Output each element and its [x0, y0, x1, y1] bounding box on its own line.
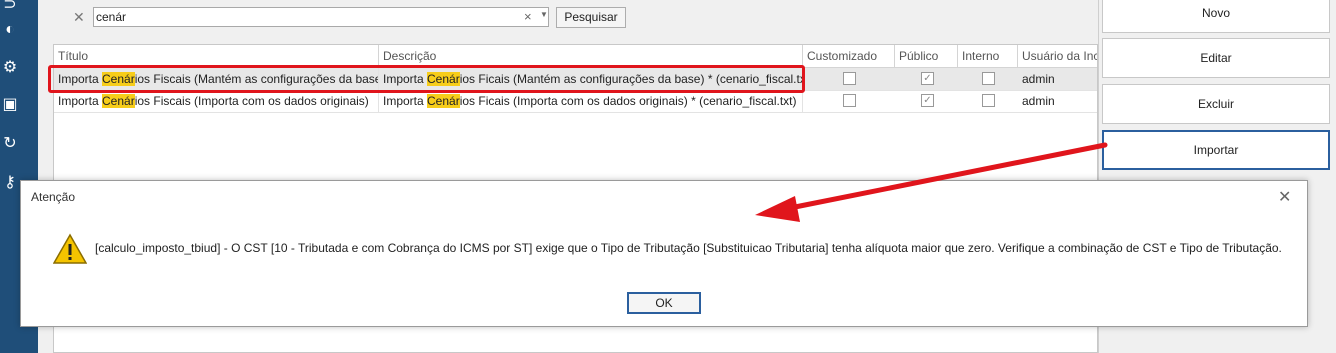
- interno-checkbox[interactable]: [982, 94, 995, 107]
- user-settings-icon[interactable]: ⚙: [0, 57, 20, 79]
- col-interno[interactable]: Interno: [958, 45, 1018, 67]
- ok-button[interactable]: OK: [627, 292, 701, 314]
- close-icon[interactable]: ✕: [1278, 187, 1291, 207]
- cell-usuario: admin: [1022, 94, 1055, 108]
- excluir-button[interactable]: Excluir: [1102, 84, 1330, 124]
- cell-descricao: Importa Cenários Ficais (Importa com os …: [379, 90, 803, 112]
- dropdown-arrow-icon[interactable]: ▼: [540, 10, 548, 19]
- table-row[interactable]: Importa Cenários Fiscais (Importa com os…: [54, 90, 1097, 113]
- col-publico[interactable]: Público: [895, 45, 958, 67]
- alert-dialog: Atenção ✕ [calculo_imposto_tbiud] - O CS…: [20, 180, 1308, 327]
- importar-button[interactable]: Importar: [1102, 130, 1330, 170]
- editar-button[interactable]: Editar: [1102, 38, 1330, 78]
- sync-icon[interactable]: ↻: [0, 133, 20, 155]
- key-icon[interactable]: ⚷: [0, 172, 20, 194]
- monitor-lock-icon[interactable]: ▣: [0, 94, 20, 116]
- text-part: ios Fiscais (Importa com os dados origin…: [134, 94, 369, 108]
- search-button[interactable]: Pesquisar: [556, 7, 626, 28]
- publico-checkbox[interactable]: ✓: [921, 72, 934, 85]
- col-descricao[interactable]: Descrição: [379, 45, 803, 67]
- contrast-icon[interactable]: ◐: [0, 19, 20, 41]
- text-part: Importa: [383, 94, 428, 108]
- app-icon[interactable]: ⊃: [0, 0, 20, 16]
- text-part: Importa: [58, 94, 103, 108]
- search-match: Cenár: [102, 94, 135, 108]
- cell-titulo: Importa Cenários Fiscais (Importa com os…: [54, 90, 379, 112]
- clear-filter-icon[interactable]: ✕: [73, 9, 85, 25]
- col-titulo[interactable]: Título: [54, 45, 379, 67]
- publico-checkbox[interactable]: ✓: [921, 94, 934, 107]
- col-usuario[interactable]: Usuário da Inc: [1018, 45, 1097, 67]
- text-part: ios Ficais (Importa com os dados origina…: [459, 94, 797, 108]
- novo-button[interactable]: Novo: [1102, 0, 1330, 33]
- customizado-checkbox[interactable]: [843, 72, 856, 85]
- search-input[interactable]: [96, 9, 516, 25]
- annotation-highlight-box: [48, 65, 805, 93]
- warning-icon: [53, 233, 87, 264]
- search-box[interactable]: × ▼: [93, 7, 549, 27]
- interno-checkbox[interactable]: [982, 72, 995, 85]
- col-customizado[interactable]: Customizado: [803, 45, 895, 67]
- clear-search-icon[interactable]: ×: [524, 9, 532, 24]
- search-match: Cenár: [427, 94, 460, 108]
- customizado-checkbox[interactable]: [843, 94, 856, 107]
- cell-usuario: admin: [1022, 72, 1055, 86]
- dialog-title: Atenção: [31, 190, 76, 204]
- dialog-message: [calculo_imposto_tbiud] - O CST [10 - Tr…: [95, 241, 1282, 255]
